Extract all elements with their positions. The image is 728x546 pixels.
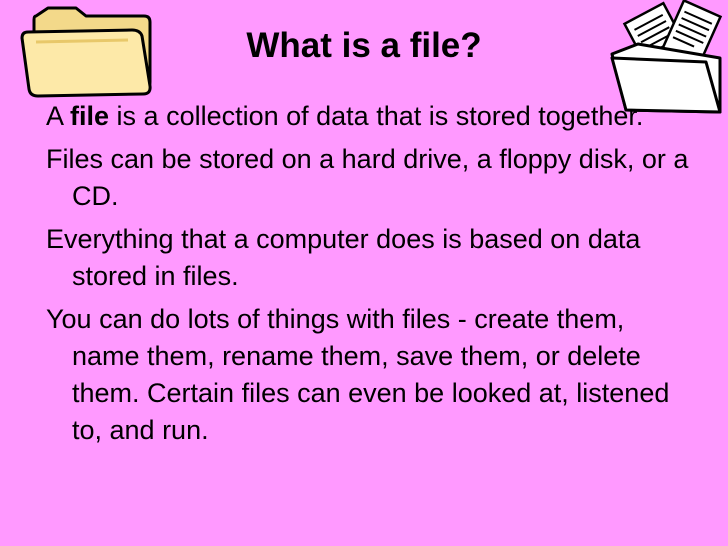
slide: What is a file? A file is a collection o… bbox=[0, 0, 728, 546]
bullet-list: A file is a collection of data that is s… bbox=[46, 98, 696, 455]
bullet-text-suffix: is a collection of data that is stored t… bbox=[109, 101, 644, 131]
bullet-text-prefix: A bbox=[46, 101, 71, 131]
bullet-item: Files can be stored on a hard drive, a f… bbox=[46, 144, 689, 211]
bullet-item: A file is a collection of data that is s… bbox=[46, 98, 696, 135]
bold-term: file bbox=[70, 101, 110, 131]
bullet-item: Everything that a computer does is based… bbox=[46, 224, 641, 291]
slide-title: What is a file? bbox=[246, 26, 482, 65]
bullet-item: You can do lots of things with files - c… bbox=[46, 304, 670, 445]
